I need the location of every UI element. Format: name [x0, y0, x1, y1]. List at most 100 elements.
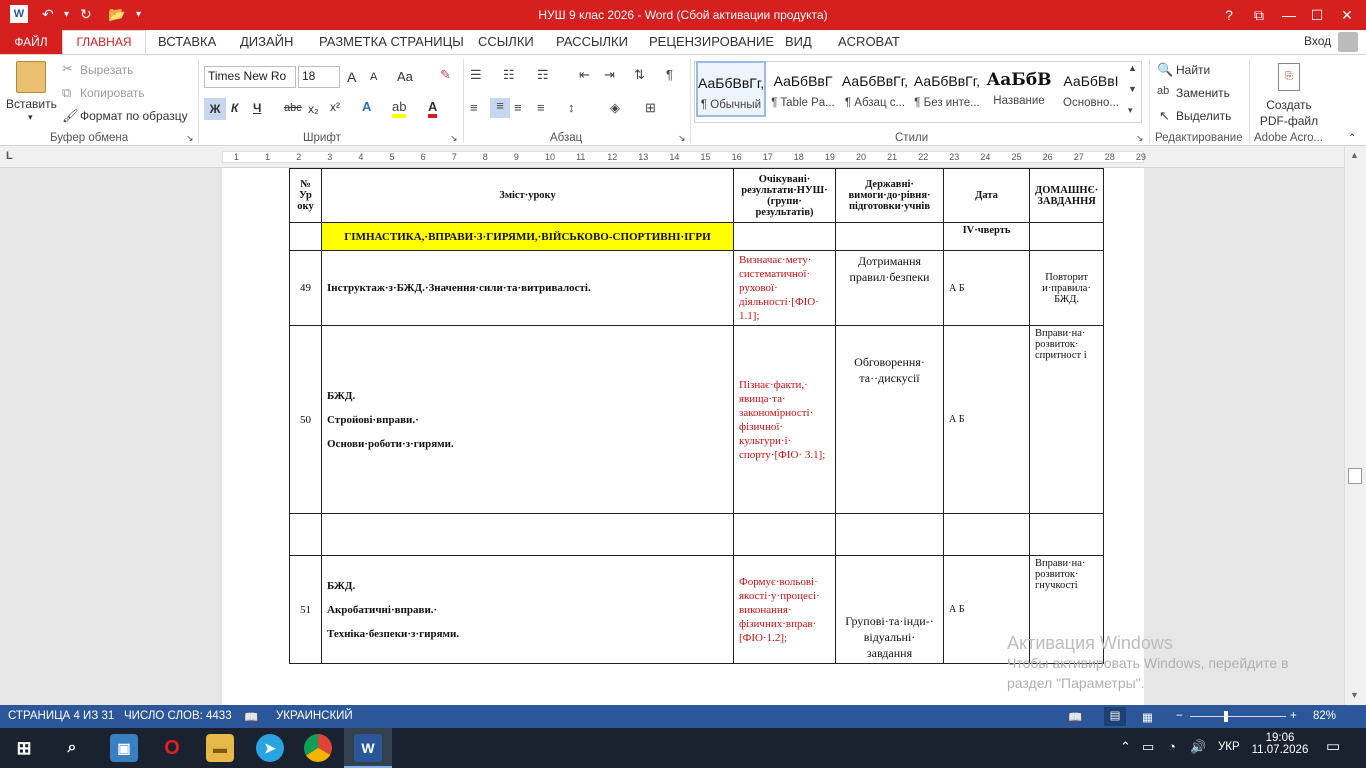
select-button[interactable]: Выделить [1176, 109, 1231, 123]
borders-icon[interactable]: ⊞ [645, 100, 656, 116]
font-launcher-icon[interactable]: ↘ [450, 133, 458, 144]
start-icon[interactable]: ⊞ [10, 734, 38, 762]
style-table-paragraph[interactable]: АаБбВвГ ¶ Table Pa... [768, 61, 838, 117]
paste-button[interactable]: Вставить [6, 97, 57, 111]
zoom-thumb[interactable] [1224, 711, 1228, 722]
horizontal-ruler[interactable]: L 1 1 2 3 4 5 6 7 8 9 10 11 12 13 14 15 16 17 18 19 20 21 22 23… [0, 146, 1366, 168]
print-layout-icon[interactable]: ▤ [1104, 707, 1126, 726]
style-body[interactable]: АаБбВвІ Основно... [1056, 61, 1126, 117]
word-taskbar-button[interactable]: W [344, 728, 392, 768]
clipboard-launcher-icon[interactable]: ↘ [186, 133, 194, 144]
style-list-paragraph[interactable]: АаБбВвГг, ¶ Абзац с... [840, 61, 910, 117]
help-button[interactable]: ? [1212, 0, 1246, 30]
tab-references[interactable]: ССЫЛКИ [478, 34, 534, 49]
lesson-content[interactable]: Інструктаж·з·БЖД.·Значення·сили·та·витри… [321, 250, 734, 326]
align-right-icon[interactable]: ≡ [514, 100, 522, 115]
maximize-button[interactable]: ☐ [1300, 0, 1334, 30]
clock[interactable]: 19:06 11.07.2026 [1250, 732, 1310, 756]
increase-indent-icon[interactable]: ⇥ [604, 67, 615, 83]
chrome-icon[interactable] [304, 734, 332, 762]
format-painter-button[interactable]: Формат по образцу [80, 109, 188, 123]
app-icon[interactable]: ▣ [110, 734, 138, 762]
notifications-icon[interactable]: ▭ [1326, 737, 1340, 755]
section-title[interactable]: ГІМНАСТИКА,·ВПРАВИ·З·ГИРЯМИ,·ВІЙСЬКОВО-С… [321, 222, 734, 251]
battery-icon[interactable]: ▭ [1142, 739, 1154, 755]
tab-file[interactable]: ФАЙЛ [0, 30, 62, 54]
tab-mailings[interactable]: РАССЫЛКИ [556, 34, 628, 49]
style-title[interactable]: АаБбВ Название [984, 61, 1054, 117]
ribbon-display-button[interactable]: ⧉ [1242, 0, 1276, 30]
change-case-button[interactable]: Aa [397, 69, 413, 84]
opera-icon[interactable]: O [158, 734, 186, 762]
align-center-icon[interactable]: ≡ [490, 98, 510, 118]
web-layout-icon[interactable]: ▦ [1142, 710, 1153, 724]
lesson-result[interactable]: Визначає·мету· систематичної· рухової· д… [733, 250, 836, 326]
language-indicator[interactable]: УКРАИНСКИЙ [276, 710, 353, 722]
zoom-in-icon[interactable]: + [1290, 710, 1297, 722]
lesson-content[interactable]: БЖД. Акробатичні·вправи.· Техніка·безпек… [321, 555, 734, 664]
styles-more-icon[interactable]: ▾ [1128, 105, 1133, 116]
read-mode-icon[interactable]: 📖 [1068, 710, 1082, 724]
bold-button[interactable]: Ж [204, 98, 226, 120]
sign-in-link[interactable]: Вход [1304, 34, 1331, 48]
superscript-button[interactable]: x² [330, 100, 340, 114]
shading-icon[interactable]: ◈ [610, 100, 620, 116]
styles-launcher-icon[interactable]: ↘ [1136, 133, 1144, 144]
close-button[interactable]: ✕ [1330, 0, 1364, 30]
align-left-icon[interactable]: ≡ [470, 100, 478, 115]
lesson-result[interactable]: Формує·вольові· якості·у·процесі· викона… [733, 555, 836, 664]
replace-button[interactable]: Заменить [1176, 86, 1230, 100]
zoom-slider[interactable] [1190, 716, 1286, 717]
tab-selector-icon[interactable]: L [6, 150, 13, 162]
italic-button[interactable]: К [231, 101, 238, 115]
lesson-result[interactable]: Пізнає·факти,· явища·та· закономірності·… [733, 325, 836, 514]
copy-button[interactable]: Копировать [80, 86, 145, 100]
lesson-requirement[interactable]: Групові·та·інди-· відуальні· завдання [835, 555, 944, 664]
lesson-number[interactable]: 51 [289, 555, 322, 664]
lesson-requirement[interactable]: Обговорення· та··дискусії [835, 325, 944, 514]
avatar[interactable] [1338, 32, 1358, 52]
tab-insert[interactable]: ВСТАВКА [158, 34, 216, 49]
quarter-label[interactable]: IV·чверть [943, 222, 1030, 251]
sort-icon[interactable]: ⇅ [634, 67, 645, 83]
search-icon[interactable]: ⌕ [58, 734, 86, 762]
lesson-homework[interactable]: Повторит и·правила· БЖД. [1028, 250, 1105, 326]
strikethrough-button[interactable]: abc [284, 102, 302, 114]
font-size-box[interactable]: 18 [298, 66, 340, 88]
telegram-icon[interactable]: ➤ [256, 734, 284, 762]
scroll-up-icon[interactable]: ▲ [1350, 150, 1359, 160]
font-name-box[interactable]: Times New Ro [204, 66, 296, 88]
lesson-number[interactable]: 49 [289, 250, 322, 326]
tray-chevron-icon[interactable]: ⌃ [1120, 739, 1131, 755]
cut-button[interactable]: Вырезать [80, 63, 133, 77]
lesson-homework[interactable]: Вправи·на· розвиток· спритност і [1028, 325, 1105, 514]
shrink-font-button[interactable]: A [370, 71, 377, 83]
highlight-icon[interactable]: ab [392, 99, 407, 118]
tab-layout[interactable]: РАЗМЕТКА СТРАНИЦЫ [319, 34, 464, 49]
styles-scroll-down-icon[interactable]: ▼ [1128, 84, 1137, 94]
paragraph-launcher-icon[interactable]: ↘ [678, 133, 686, 144]
scroll-down-icon[interactable]: ▼ [1350, 690, 1359, 700]
word-count[interactable]: ЧИСЛО СЛОВ: 4433 [124, 710, 232, 722]
clear-formatting-icon[interactable]: ✎ [440, 67, 451, 83]
page-count[interactable]: СТРАНИЦА 4 ИЗ 31 [8, 710, 114, 722]
line-spacing-icon[interactable]: ↕ [568, 100, 575, 115]
create-pdf-button[interactable]: Создать PDF-файл [1258, 97, 1320, 129]
tab-home[interactable]: ГЛАВНАЯ [62, 30, 146, 54]
tab-acrobat[interactable]: ACROBAT [838, 34, 900, 49]
zoom-out-icon[interactable]: − [1176, 710, 1183, 722]
tab-review[interactable]: РЕЦЕНЗИРОВАНИЕ [649, 34, 774, 49]
collapse-ribbon-icon[interactable]: ⌃ [1348, 133, 1356, 144]
lesson-content[interactable]: БЖД. Стройові·вправи.· Основи·роботи·з·г… [321, 325, 734, 514]
tab-view[interactable]: ВИД [785, 34, 812, 49]
justify-icon[interactable]: ≡ [537, 100, 545, 115]
network-icon[interactable]: ◔ [1168, 739, 1176, 754]
paste-icon[interactable] [16, 61, 46, 93]
show-marks-icon[interactable]: ¶ [666, 67, 673, 82]
bullets-icon[interactable]: ☰ [470, 67, 482, 83]
tab-design[interactable]: ДИЗАЙН [240, 34, 293, 49]
input-language[interactable]: УКР [1218, 741, 1240, 753]
proofing-icon[interactable]: 📖 [244, 710, 258, 724]
font-color-button[interactable]: A [428, 99, 438, 118]
style-no-spacing[interactable]: АаБбВвГг, ¶ Без инте... [912, 61, 982, 117]
